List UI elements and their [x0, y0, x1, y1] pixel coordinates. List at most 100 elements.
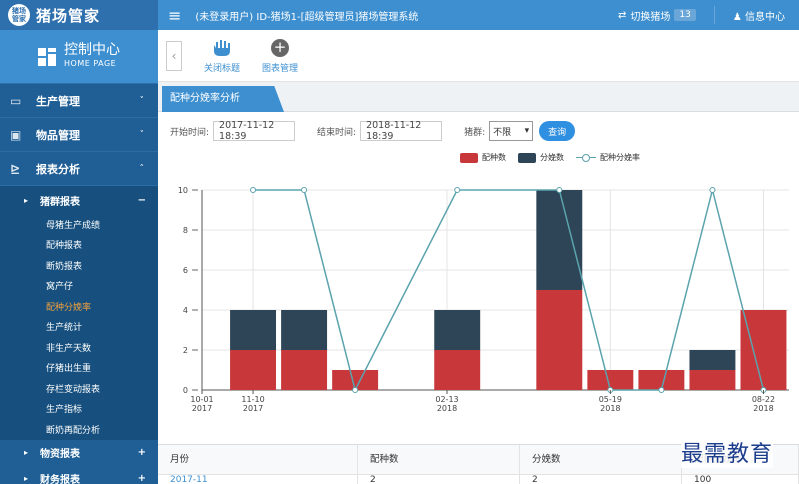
chart-legend: 配种数 分娩数 配种分娩率: [460, 152, 640, 163]
expand-icon: +: [137, 473, 146, 484]
close-title-button[interactable]: 关闭标题: [204, 38, 240, 74]
pig-group-select[interactable]: 不限 ▾: [489, 121, 534, 141]
chart-manage-button[interactable]: + 图表管理: [262, 38, 298, 74]
sidebar-group-label: 生产管理: [36, 94, 80, 108]
top-header: 猪场 管家 猪场管家 ≡ (未登录用户) ID-猪场1-[超级管理员]猪场管理系统…: [0, 0, 799, 30]
dashboard-icon: [38, 47, 58, 66]
user-menu-button[interactable]: ♟ 信息中心: [733, 8, 785, 23]
x-tick-label: 08-22: [752, 395, 775, 404]
control-center-title: 控制中心: [64, 41, 120, 58]
table-cell: 2: [520, 475, 682, 484]
bar-bred: [689, 370, 736, 390]
table-header-cell: 月份: [158, 444, 358, 475]
start-time-label: 开始时间:: [170, 127, 210, 138]
sidebar-leaf-item[interactable]: 配种报表: [0, 234, 158, 255]
production-icon: ▭: [10, 93, 22, 108]
login-status-text: (未登录用户) ID-猪场1-[超级管理员]猪场管理系统: [195, 11, 419, 23]
x-tick-label: 10-01: [190, 395, 213, 404]
table-cell: 2: [358, 475, 520, 484]
control-center-subtitle: HOME PAGE: [64, 58, 117, 68]
table-row: 2017-11 2 2 100: [158, 475, 799, 484]
control-center-link[interactable]: 控制中心 HOME PAGE: [0, 30, 158, 84]
hand-icon: [212, 38, 232, 58]
x-tick-year-label: 2018: [600, 404, 620, 413]
tool-button-label: 图表管理: [262, 63, 299, 74]
sidebar-leaf-item[interactable]: 母猪生产成绩: [0, 214, 158, 235]
menu-toggle-icon[interactable]: ≡: [168, 6, 181, 25]
query-button[interactable]: 查询: [539, 121, 576, 141]
legend-item-farrowed[interactable]: 分娩数: [518, 152, 564, 163]
legend-label: 配种数: [482, 153, 506, 162]
x-tick-label: 11-10: [241, 395, 264, 404]
goods-icon: ▣: [10, 127, 22, 142]
sidebar-group-production[interactable]: ▭ 生产管理 ˅: [0, 84, 158, 118]
back-button[interactable]: ‹: [166, 40, 182, 71]
sidebar-leaf-item[interactable]: 生产指标: [0, 398, 158, 419]
chevron-up-icon: ˄: [139, 163, 145, 174]
expand-icon: +: [137, 447, 146, 458]
legend-item-rate[interactable]: 配种分娩率: [576, 152, 640, 163]
bar-farrowed: [689, 350, 736, 370]
rate-point: [556, 187, 563, 193]
sidebar-leaf-item[interactable]: 断奶再配分析: [0, 419, 158, 440]
end-time-input[interactable]: 2018-11-12 18:39: [360, 120, 443, 142]
sidebar-sub-label: 财务报表: [40, 475, 81, 484]
toolbar: ‹ 关闭标题 + 图表管理: [158, 30, 799, 82]
switch-icon: ⇄: [618, 9, 627, 21]
x-tick-year-label: 2017: [192, 404, 212, 413]
table-cell: 100: [682, 475, 799, 484]
sidebar-group-reports[interactable]: ⊵ 报表分析 ˄: [0, 152, 158, 186]
chart-area: 0 2 4 6 8 10 10-01 2017 11-10 2017 02-13 2018 05-19 2…: [158, 150, 799, 415]
sidebar-leaf-item[interactable]: 生产统计: [0, 316, 158, 337]
sidebar-sub-finance-reports[interactable]: ▸ 财务报表 +: [0, 465, 158, 484]
table-cell-month-link[interactable]: 2017-11: [158, 475, 358, 484]
rate-chart: 024681010-01201711-10201702-13201805-192…: [178, 186, 789, 413]
farm-count-badge: 13: [674, 9, 696, 21]
x-tick-year-label: 2017: [243, 404, 263, 413]
sidebar-sub-pig-reports[interactable]: ▸ 猪群报表 −: [0, 186, 158, 214]
sidebar-leaf-item[interactable]: 窝产仔: [0, 275, 158, 296]
legend-swatch: [518, 152, 536, 163]
plus-circle-icon: +: [270, 38, 290, 58]
start-time-input[interactable]: 2017-11-12 18:39: [213, 120, 296, 142]
switch-farm-label: 切换猪场: [630, 11, 671, 23]
bar-bred: [281, 350, 328, 390]
x-tick-label: 02-13: [435, 395, 458, 404]
sidebar-leaf-item[interactable]: 仔猪出生重: [0, 357, 158, 378]
sidebar-leaf-list: 母猪生产成绩 配种报表 断奶报表 窝产仔 配种分娩率 生产统计 非生产天数 仔猪出生重 存栏变动…: [0, 214, 158, 440]
dropdown-caret-icon: ▾: [524, 126, 530, 136]
sidebar-sub-goods-reports[interactable]: ▸ 物资报表 +: [0, 439, 158, 466]
rate-point: [352, 387, 359, 393]
bar-bred: [230, 350, 277, 390]
sidebar-group-goods[interactable]: ▣ 物品管理 ˅: [0, 118, 158, 152]
sidebar-leaf-item[interactable]: 断奶报表: [0, 255, 158, 276]
switch-farm-button[interactable]: ⇄ 切换猪场 13: [618, 8, 696, 23]
sidebar-leaf-item[interactable]: 非生产天数: [0, 337, 158, 358]
watermark: 最需教育: [681, 436, 774, 468]
x-tick-year-label: 2018: [753, 404, 773, 413]
y-tick-label: 0: [183, 386, 188, 395]
user-icon: ♟: [732, 11, 742, 23]
brand-name: 猪场管家: [36, 6, 101, 25]
legend-item-bred[interactable]: 配种数: [460, 152, 506, 163]
legend-swatch: [460, 152, 478, 163]
rate-point: [250, 187, 257, 193]
brand: 猪场 管家 猪场管家: [0, 0, 158, 30]
bar-bred: [740, 310, 787, 390]
rate-point: [454, 187, 461, 193]
y-tick-label: 2: [183, 346, 188, 355]
rate-line: [253, 189, 765, 393]
sidebar-leaf-item[interactable]: 配种分娩率: [0, 296, 158, 317]
caret-right-icon: ▸: [24, 448, 29, 457]
caret-right-icon: ▸: [24, 195, 29, 205]
legend-label: 配种分娩率: [600, 153, 640, 162]
tab-breeding-farrowing-rate[interactable]: 配种分娩率分析: [162, 86, 284, 112]
sidebar-leaf-item[interactable]: 存栏变动报表: [0, 378, 158, 399]
tool-button-label: 关闭标题: [204, 63, 241, 74]
table-header-cell: 分娩数: [520, 444, 682, 475]
table-header-cell: 配种数: [358, 444, 520, 475]
caret-right-icon: ▸: [24, 474, 29, 483]
y-tick-label: 10: [178, 186, 188, 195]
legend-label: 分娩数: [540, 153, 564, 162]
tab-strip: 配种分娩率分析: [158, 82, 799, 112]
